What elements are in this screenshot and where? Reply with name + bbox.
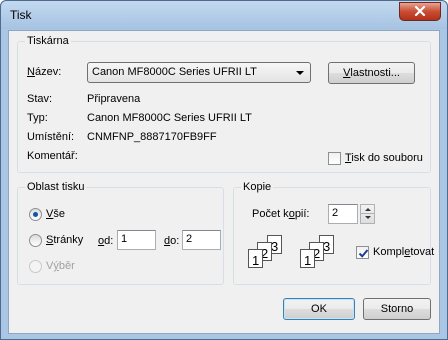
from-label: od:: [98, 235, 114, 247]
printer-name-value: Canon MF8000C Series UFRII LT: [92, 66, 257, 78]
printer-group: Tiskárna Název: Canon MF8000C Series UFR…: [17, 35, 431, 173]
range-selection-label: Výběr: [46, 260, 75, 272]
radio-selected-dot: [33, 212, 38, 217]
print-range-group-title: Oblast tisku: [25, 181, 87, 193]
collate-checkbox[interactable]: [356, 246, 369, 259]
page-icon: 1: [300, 249, 315, 268]
chevron-down-icon: [296, 71, 304, 75]
collate-illustration-set-2: 3 2 1: [300, 235, 348, 275]
collate-label[interactable]: Kompletovat: [373, 246, 434, 258]
to-page-input[interactable]: 2: [182, 230, 221, 250]
range-pages-label[interactable]: Stránky: [46, 234, 83, 246]
cancel-button[interactable]: Storno: [363, 298, 431, 320]
arrow-down-icon: [365, 216, 371, 219]
print-dialog-window: Tisk Tiskárna Název: Canon MF8000C Serie…: [0, 0, 448, 340]
copies-spinner[interactable]: [360, 204, 375, 224]
location-label: Umístění:: [27, 131, 75, 143]
window-title: Tisk: [10, 8, 32, 22]
copies-count-input[interactable]: 2: [328, 204, 358, 224]
arrow-up-icon: [365, 208, 371, 211]
from-page-input[interactable]: 1: [117, 230, 156, 250]
page-icon: 1: [248, 249, 263, 268]
to-label: do:: [164, 235, 180, 247]
printer-name-label: Název:: [27, 66, 62, 78]
close-icon: [414, 6, 426, 17]
close-button[interactable]: [399, 2, 441, 21]
print-range-group: Oblast tisku Vše Stránky od: 1 do: 2 Výb…: [17, 181, 224, 285]
spin-down-button[interactable]: [361, 214, 374, 223]
properties-button[interactable]: Vlastnosti...: [328, 62, 415, 84]
copies-count-label: Počet kopií:: [252, 208, 310, 220]
type-label: Typ:: [27, 112, 48, 124]
status-label: Stav:: [27, 93, 53, 105]
copies-group-title: Kopie: [241, 181, 274, 193]
range-selection-radio[interactable]: [29, 260, 42, 273]
printer-group-title: Tiskárna: [25, 35, 71, 47]
print-to-file-label[interactable]: Tisk do souboru: [345, 152, 423, 164]
printer-name-select[interactable]: Canon MF8000C Series UFRII LT: [87, 62, 311, 83]
status-value: Připravena: [87, 93, 141, 105]
print-to-file-checkbox[interactable]: [328, 152, 341, 165]
range-all-label[interactable]: Vše: [46, 208, 65, 220]
range-pages-radio[interactable]: [29, 234, 42, 247]
checkmark-icon: [358, 249, 369, 258]
title-bar[interactable]: Tisk: [1, 1, 447, 29]
location-value: CNMFNP_8887170FB9FF: [87, 131, 217, 143]
dialog-client-area: Tiskárna Název: Canon MF8000C Series UFR…: [8, 30, 440, 334]
ok-button[interactable]: OK: [283, 298, 355, 320]
collate-illustration-set-1: 3 2 1: [248, 235, 296, 275]
comment-label: Komentář:: [27, 150, 78, 162]
range-all-radio[interactable]: [29, 208, 42, 221]
copies-group: Kopie Počet kopií: 2 3 2 1 3 2 1 Komplet…: [233, 181, 434, 285]
type-value: Canon MF8000C Series UFRII LT: [87, 112, 252, 124]
spin-up-button[interactable]: [361, 205, 374, 214]
